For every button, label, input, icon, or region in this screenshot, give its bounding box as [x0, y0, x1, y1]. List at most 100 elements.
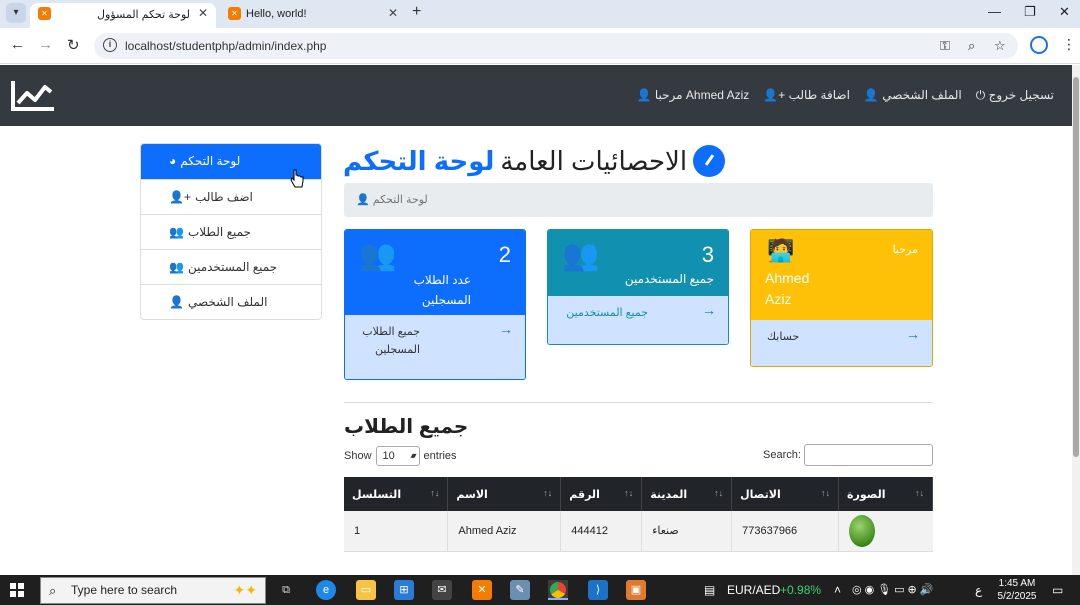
close-tab-icon[interactable]: ✕ — [388, 6, 398, 20]
user-plus-icon: 👤+ — [169, 190, 191, 204]
currency-change: +0.98% — [780, 583, 822, 597]
welcome-card: 🧑‍💻 مرحبا Ahmed Aziz → حسابك — [750, 229, 933, 367]
sidebar-item-profile[interactable]: 👤 الملف الشخصي — [141, 284, 321, 319]
sidebar-item-all-students[interactable]: 👥 جميع الطلاب — [141, 214, 321, 249]
tab-hello-world[interactable]: ✕ Hello, world! ✕ — [220, 3, 406, 28]
user-icon: 👤 — [863, 88, 879, 102]
edge-icon[interactable]: e — [316, 580, 336, 600]
tab-search-button[interactable]: ▾ — [6, 3, 26, 23]
close-tab-icon[interactable]: ✕ — [198, 6, 208, 20]
power-icon: ⏻ — [975, 88, 986, 102]
col-header-name[interactable]: الاسم ↑↓ — [447, 477, 562, 511]
users-icon: 👥 — [169, 225, 184, 239]
address-bar[interactable]: i localhost/studentphp/admin/index.php ⚿… — [94, 33, 1018, 59]
language-indicator[interactable]: ع — [975, 583, 982, 597]
file-explorer-icon[interactable]: ▭ — [356, 580, 376, 600]
student-photo — [849, 514, 876, 547]
col-header-city[interactable]: المدينة ↑↓ — [641, 477, 733, 511]
system-tray-icons[interactable]: ◎◉🎙▭⊕🔊 — [852, 583, 936, 596]
cell-name: Ahmed Aziz — [447, 511, 562, 552]
cell-city: صنعاء — [641, 511, 733, 552]
page-viewport: ⏻ تسجيل خروج 👤 الملف الشخصي 👤+ اضافة طال… — [0, 65, 1072, 575]
logout-link[interactable]: ⏻ تسجيل خروج — [976, 88, 1054, 103]
entries-select[interactable]: 10 — [375, 446, 420, 466]
menu-kebab-icon[interactable]: ⋮ — [1062, 36, 1076, 53]
col-header-contact[interactable]: الاتصال ↑↓ — [731, 477, 840, 511]
taskbar-search-box[interactable]: ⌕ Type here to search ✦✦ — [40, 577, 266, 604]
col-header-number[interactable]: الرقم ↑↓ — [560, 477, 643, 511]
breadcrumb: 👤 لوحة التحكم — [344, 183, 933, 217]
back-icon[interactable]: ← — [10, 36, 25, 53]
currency-pair[interactable]: EUR/AED — [727, 583, 780, 597]
search-icon: ⌕ — [49, 583, 57, 598]
cell-photo — [838, 511, 933, 552]
students-section-title: جميع الطلاب — [344, 416, 469, 438]
url-text: localhost/studentphp/admin/index.php — [125, 39, 327, 53]
zoom-icon[interactable]: ⌕ — [968, 38, 975, 54]
top-navbar: ⏻ تسجيل خروج 👤 الملف الشخصي 👤+ اضافة طال… — [0, 65, 1072, 126]
your-account-link[interactable]: → حسابك — [751, 320, 932, 366]
password-key-icon[interactable]: ⚿ — [940, 38, 950, 54]
students-table: التسلسل ↑↓ الاسم ↑↓ الرقم ↑↓ المدينة ↑↓ الات… — [344, 477, 933, 552]
tab-title: لوحة تحكم المسؤول — [97, 9, 190, 21]
user-icon: 👤 — [356, 194, 370, 206]
col-header-photo[interactable]: الصورة ↑↓ — [838, 477, 933, 511]
hand-cursor-icon — [290, 169, 304, 188]
close-window-icon[interactable]: ✕ — [1059, 4, 1070, 20]
vscode-icon[interactable]: ⟩ — [588, 580, 608, 600]
users-icon: 👥 — [562, 239, 600, 272]
notes-icon[interactable]: ✎ — [510, 580, 530, 600]
profile-icon[interactable] — [1030, 36, 1048, 54]
tab-admin-dashboard[interactable]: ✕ لوحة تحكم المسؤول ✕ — [30, 3, 216, 28]
search-label: Search: — [763, 449, 801, 461]
browser-tabbar: ▾ ✕ لوحة تحكم المسؤول ✕ ✕ Hello, world! … — [0, 0, 1080, 28]
chart-logo-icon[interactable] — [10, 77, 56, 113]
table-row: 1 Ahmed Aziz 444412 صنعاء 773637966 — [344, 511, 933, 552]
all-students-link[interactable]: → جميع الطلاب المسجلين — [345, 315, 525, 379]
page-scrollbar[interactable] — [1072, 65, 1080, 575]
user-avatar-icon: 🧑‍💻 — [767, 238, 795, 263]
dashboard-gauge-icon — [693, 145, 726, 177]
cell-seq: 1 — [344, 511, 449, 552]
restore-icon[interactable]: ❐ — [1024, 4, 1036, 20]
store-icon[interactable]: ⊞ — [394, 580, 414, 600]
user-plus-icon: 👤+ — [763, 88, 786, 102]
user-icon: 👤 — [636, 88, 652, 102]
chrome-icon[interactable] — [548, 580, 568, 600]
bookmark-star-icon[interactable]: ☆ — [994, 38, 1006, 54]
task-view-icon[interactable]: ⧉ — [276, 580, 296, 600]
reload-icon[interactable]: ↻ — [67, 36, 80, 54]
minimize-icon[interactable]: — — [988, 4, 1001, 19]
app-icon[interactable]: ▣ — [626, 580, 646, 600]
forward-icon[interactable]: → — [38, 36, 53, 53]
xampp-icon[interactable]: ✕ — [472, 580, 492, 600]
cell-number: 444412 — [560, 511, 643, 552]
divider — [344, 402, 933, 403]
cell-contact: 773637966 — [731, 511, 840, 552]
welcome-user-link[interactable]: 👤 مرحبا Ahmed Aziz — [637, 88, 750, 103]
new-tab-button[interactable]: + — [412, 3, 421, 21]
site-info-icon[interactable]: i — [103, 38, 117, 52]
chevron-up-icon[interactable]: ˄ — [834, 583, 841, 597]
table-search-input[interactable] — [804, 444, 933, 466]
all-users-link[interactable]: → جميع المستخدمين — [548, 296, 728, 344]
add-student-link[interactable]: 👤+ اضافة طالب — [763, 88, 850, 103]
mail-icon[interactable]: ✉ — [432, 580, 452, 600]
tab-title: Hello, world! — [246, 8, 307, 20]
arrow-right-icon: → — [906, 326, 920, 342]
sidebar-item-all-users[interactable]: 👥 جميع المستخدمين — [141, 249, 321, 284]
dashboard-icon: ◕ — [169, 154, 177, 168]
users-count-card: 👥 3 جميع المستخدمين → جميع المستخدمين — [547, 229, 729, 345]
scrollbar-thumb[interactable] — [1073, 77, 1079, 457]
arrow-right-icon: → — [499, 321, 513, 337]
notifications-icon[interactable]: ▭ — [1052, 583, 1063, 597]
col-header-seq[interactable]: التسلسل ↑↓ — [344, 477, 449, 511]
arrow-right-icon: → — [702, 302, 716, 318]
clock[interactable]: 1:45 AM 5/2/2025 — [996, 577, 1038, 603]
students-count-card: 👥 2 عدد الطلاب المسجلين → جميع الطلاب ال… — [344, 229, 526, 380]
windows-start-icon[interactable] — [10, 583, 24, 597]
profile-link[interactable]: 👤 الملف الشخصي — [864, 88, 962, 103]
xampp-favicon-icon: ✕ — [38, 7, 51, 20]
xampp-favicon-icon: ✕ — [228, 7, 241, 20]
currency-widget-icon[interactable]: ▤ — [704, 583, 715, 597]
